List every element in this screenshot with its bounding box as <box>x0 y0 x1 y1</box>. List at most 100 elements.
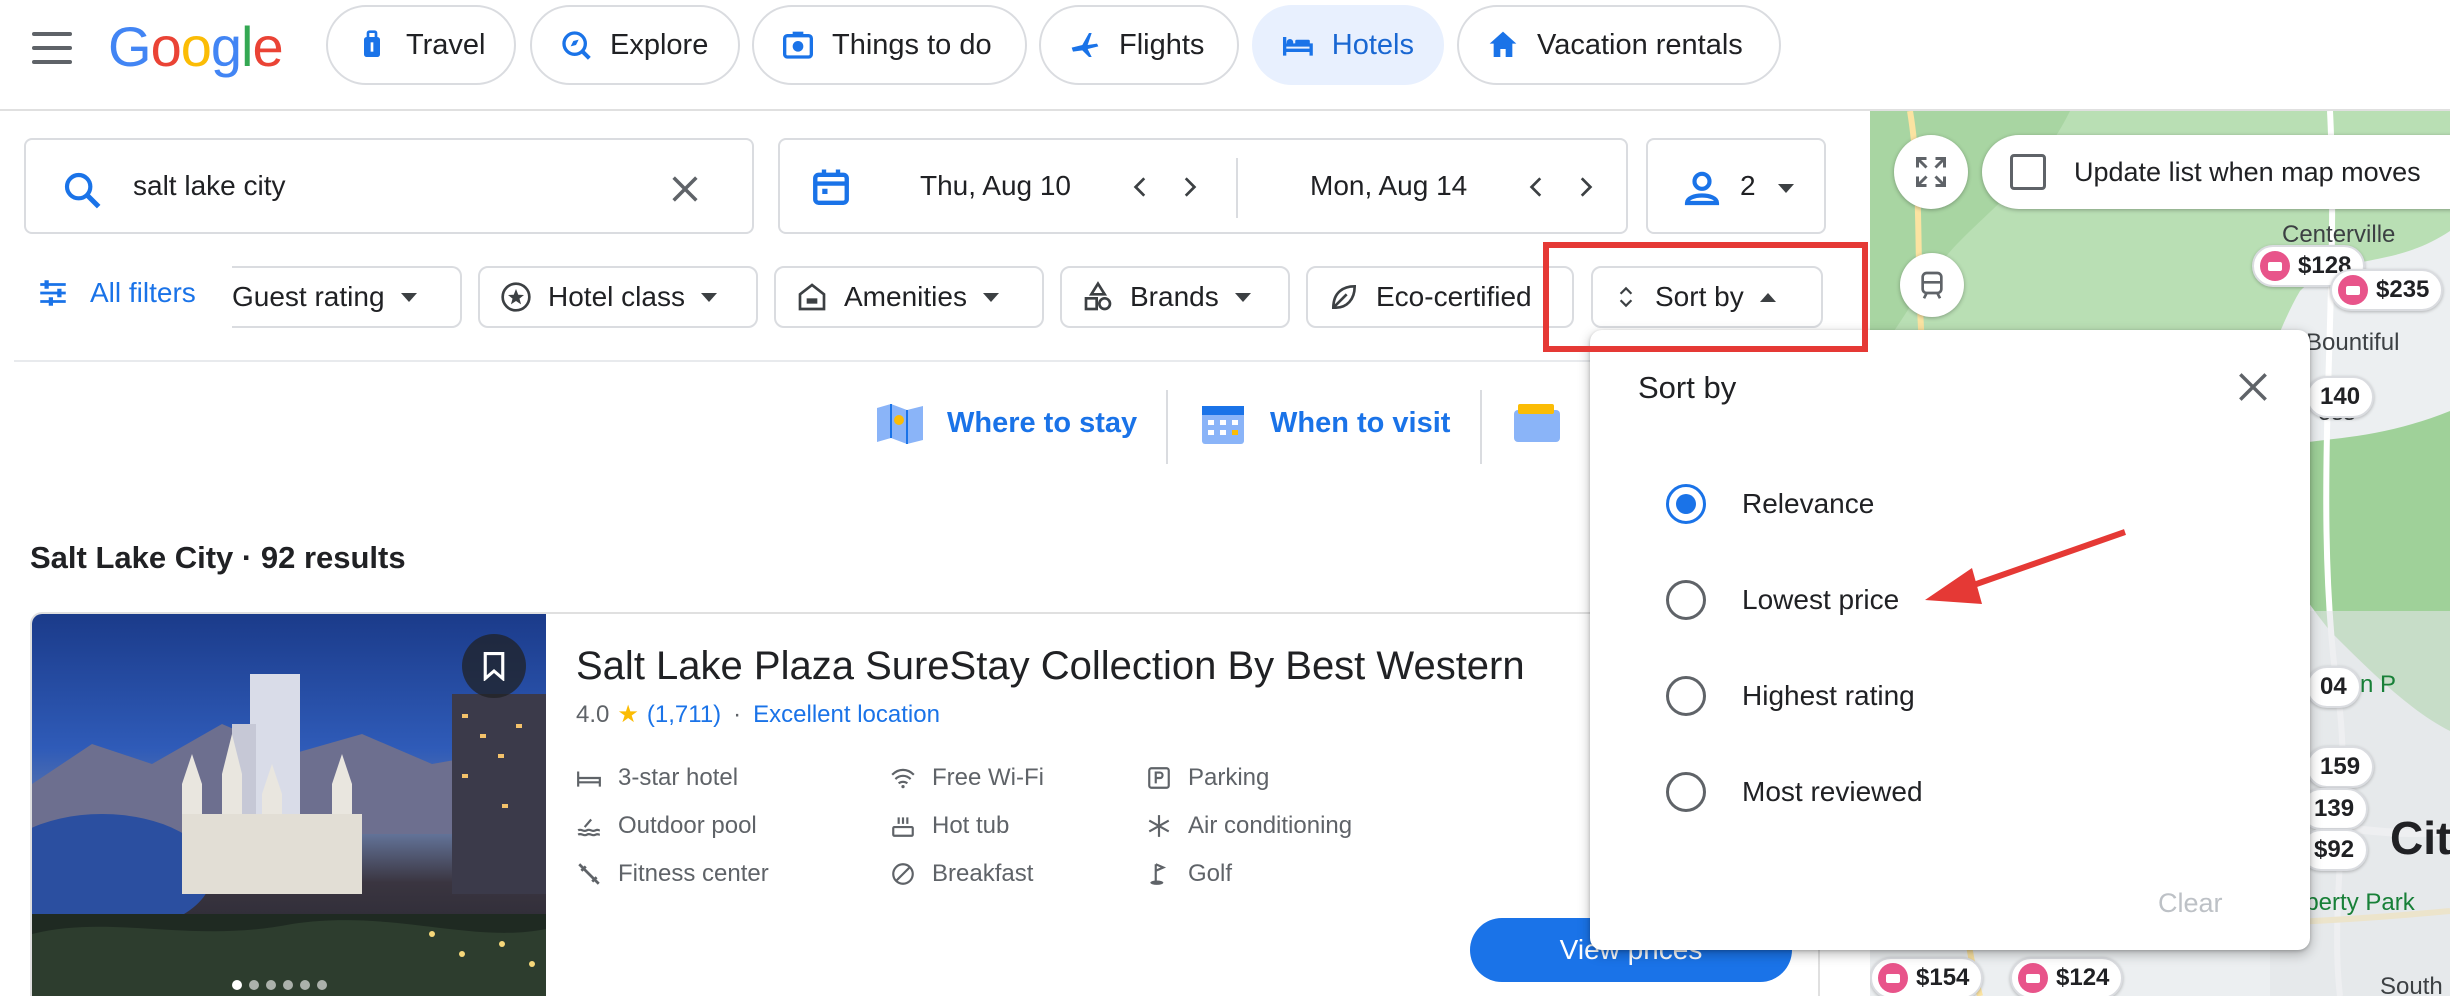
parking-icon <box>1148 767 1170 789</box>
calendar-illustration-icon <box>1202 406 1244 444</box>
hotel-class-icon <box>577 771 601 787</box>
flight-icon <box>1071 33 1099 57</box>
sort-option-label[interactable]: Relevance <box>1742 488 1874 520</box>
where-to-stay-link[interactable]: Where to stay <box>875 400 1137 446</box>
radio-relevance[interactable] <box>1666 484 1706 524</box>
filter-label: Amenities <box>844 281 967 312</box>
guests-selector[interactable]: 2 <box>1646 138 1826 234</box>
golf-icon <box>1150 863 1167 885</box>
calendar-icon <box>813 169 849 205</box>
chevron-right-icon[interactable] <box>1572 174 1598 200</box>
map-price-pin[interactable]: $124 <box>2010 957 2124 996</box>
map-price-pin[interactable]: 04 <box>2306 666 2361 708</box>
clear-search-icon[interactable] <box>668 172 702 206</box>
when-to-visit-link[interactable]: When to visit <box>1198 400 1450 446</box>
main-menu-icon[interactable] <box>30 30 74 66</box>
nav-things-to-do[interactable]: Things to do <box>752 5 1027 85</box>
sort-option-label[interactable]: Highest rating <box>1742 680 1915 712</box>
map-price-pin[interactable]: $92 <box>2300 829 2369 871</box>
amenity-item: Parking <box>1146 764 1269 792</box>
filter-guest-rating[interactable]: Guest rating <box>232 266 462 328</box>
google-logo[interactable]: Google <box>108 14 284 79</box>
nav-label: Vacation rentals <box>1537 28 1743 61</box>
amenity-item: Air conditioning <box>1146 812 1352 840</box>
sort-option-label[interactable]: Lowest price <box>1742 584 1899 616</box>
things-to-do-icon <box>783 31 813 59</box>
bookmark-icon <box>483 651 505 681</box>
review-count-link[interactable]: (1,711) <box>647 701 721 729</box>
caret-down-icon <box>400 292 417 302</box>
map-price-pin[interactable]: 159 <box>2306 746 2375 788</box>
radio-most-reviewed[interactable] <box>1666 772 1706 812</box>
clear-sort-button[interactable]: Clear <box>2158 888 2223 919</box>
nav-hotels[interactable]: Hotels <box>1252 5 1444 85</box>
nav-label: Flights <box>1119 28 1205 61</box>
hotel-rating: 4.0 <box>576 700 610 728</box>
map-price-pin[interactable]: $154 <box>1870 957 1984 996</box>
link-label: When to visit <box>1270 406 1451 439</box>
train-icon <box>1921 271 1943 299</box>
update-list-toggle[interactable]: Update list when map moves <box>1982 135 2450 209</box>
home-icon <box>1489 31 1517 57</box>
photo-carousel-dots[interactable] <box>232 980 327 990</box>
no-breakfast-icon <box>892 863 914 885</box>
annotation-arrow <box>1925 529 2126 604</box>
filter-amenities[interactable]: Amenities <box>774 266 1044 328</box>
link-label: Where to stay <box>947 406 1138 439</box>
close-icon[interactable] <box>2234 368 2272 406</box>
search-field[interactable]: salt lake city <box>24 138 754 234</box>
star-circle-icon <box>501 282 531 312</box>
all-filters-button[interactable]: All filters <box>36 276 196 310</box>
results-heading: Salt Lake City · 92 results <box>30 540 406 575</box>
date-divider <box>1236 158 1238 218</box>
snowflake-icon <box>1148 815 1170 837</box>
filter-hotel-class[interactable]: Hotel class <box>478 266 758 328</box>
date-picker[interactable]: Thu, Aug 10 Mon, Aug 14 <box>778 138 1628 234</box>
radio-lowest-price[interactable] <box>1666 580 1706 620</box>
transit-layer-button[interactable] <box>1900 253 1964 317</box>
amenity-item: Breakfast <box>890 860 1033 888</box>
hotel-icon <box>1282 37 1313 56</box>
filter-brands[interactable]: Brands <box>1060 266 1290 328</box>
house-outline-icon <box>798 283 826 311</box>
wallet-illustration-icon[interactable] <box>1512 400 1562 446</box>
map-place-label: iberty Park <box>2300 889 2415 916</box>
checkin-date[interactable]: Thu, Aug 10 <box>920 170 1071 202</box>
nav-vacation-rentals[interactable]: Vacation rentals <box>1457 5 1781 85</box>
nav-label: Explore <box>610 28 709 61</box>
map-place-label: Bountiful <box>2306 329 2400 356</box>
save-hotel-button[interactable] <box>462 634 526 698</box>
hotel-name[interactable]: Salt Lake Plaza SureStay Collection By B… <box>576 644 1525 689</box>
chevron-right-icon[interactable] <box>1176 174 1202 200</box>
nav-explore[interactable]: Explore <box>530 5 740 85</box>
hotel-photo[interactable] <box>32 614 546 996</box>
hotel-card[interactable]: Salt Lake Plaza SureStay Collection By B… <box>30 612 1820 996</box>
all-filters-label: All filters <box>90 277 196 308</box>
wifi-icon <box>891 768 915 789</box>
fullscreen-map-button[interactable] <box>1894 135 1968 209</box>
amenity-item: 3-star hotel <box>576 764 738 792</box>
guest-count: 2 <box>1740 170 1756 201</box>
filter-eco-certified[interactable]: Eco-certified <box>1306 266 1574 328</box>
nav-flights[interactable]: Flights <box>1039 5 1239 85</box>
quick-link-divider <box>1166 390 1168 464</box>
filter-label: Eco-certified <box>1376 281 1532 312</box>
nav-travel[interactable]: Travel <box>326 5 516 85</box>
update-list-checkbox[interactable] <box>2010 154 2046 190</box>
map-price-pin[interactable]: 140 <box>2306 376 2375 418</box>
search-input[interactable]: salt lake city <box>133 170 286 202</box>
chevron-left-icon[interactable] <box>1128 174 1154 200</box>
explore-icon <box>562 31 591 60</box>
sort-option-label[interactable]: Most reviewed <box>1742 776 1923 808</box>
radio-highest-rating[interactable] <box>1666 676 1706 716</box>
checkout-date[interactable]: Mon, Aug 14 <box>1310 170 1467 202</box>
hot-tub-icon <box>892 817 914 837</box>
sort-dialog-title: Sort by <box>1638 370 1737 405</box>
location-badge[interactable]: Excellent location <box>753 701 940 729</box>
map-price-pin[interactable]: 139 <box>2300 788 2369 830</box>
pool-icon <box>577 818 600 837</box>
chevron-left-icon[interactable] <box>1524 174 1550 200</box>
map-price-pin[interactable]: $235 <box>2330 269 2444 311</box>
filter-label: Brands <box>1130 281 1219 312</box>
caret-down-icon <box>1234 292 1251 302</box>
